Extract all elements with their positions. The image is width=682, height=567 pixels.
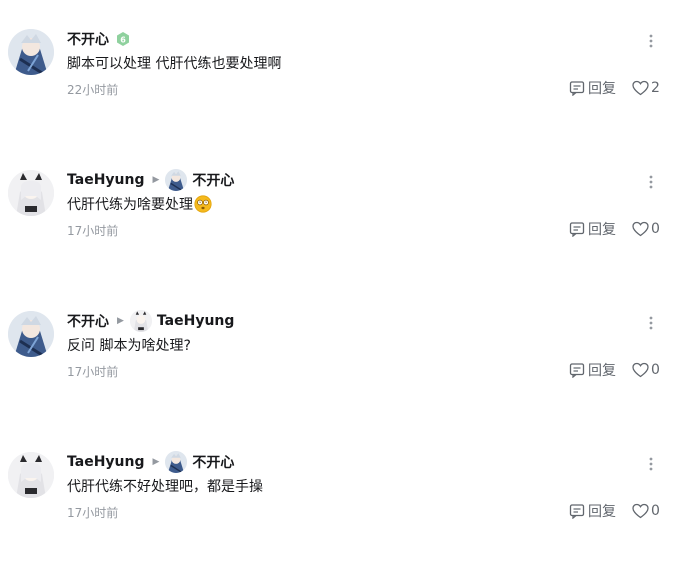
comment-text-content: 代肝代练不好处理吧，都是手操 — [67, 479, 263, 495]
reply-label: 回复 — [588, 222, 616, 238]
avatar[interactable] — [165, 169, 188, 191]
reply-comment-icon — [569, 222, 585, 237]
reply-button[interactable]: 回复 — [569, 501, 616, 521]
heart-outline-icon — [632, 221, 649, 237]
reply-label: 回复 — [588, 81, 616, 97]
timestamp: 22小时前 — [67, 83, 119, 97]
reply-button[interactable]: 回复 — [569, 78, 616, 98]
reply-comment-icon — [569, 81, 585, 96]
comment-text-content: 代肝代练为啥要处理 — [67, 197, 193, 213]
comment-item: 不开心 ▶ TaeHyung 反问 脚本为啥处理? 17小时前 回复 0 — [0, 306, 682, 426]
triangle-right-icon: ▶ — [152, 175, 160, 185]
dizzy-face-emoji — [194, 195, 212, 213]
triangle-right-icon: ▶ — [152, 457, 160, 467]
timestamp: 17小时前 — [67, 224, 119, 238]
triangle-right-icon: ▶ — [117, 316, 124, 326]
comment-actions: 回复 2 — [569, 77, 660, 99]
more-vertical-icon[interactable] — [643, 453, 659, 475]
comment-actions: 回复 0 — [569, 218, 660, 240]
reply-label: 回复 — [588, 504, 616, 520]
comment-header: TaeHyung ▶ 不开心 — [67, 169, 234, 191]
username[interactable]: TaeHyung — [67, 454, 145, 470]
like-count: 0 — [651, 503, 660, 519]
comment-text: 反问 脚本为啥处理? — [67, 335, 191, 355]
comment-item: TaeHyung ▶ 不开心 代肝代练不好处理吧，都是手操 17小时前 回复 0 — [0, 447, 682, 567]
comment-actions: 回复 0 — [569, 359, 660, 381]
like-count: 0 — [651, 221, 660, 237]
heart-outline-icon — [632, 362, 649, 378]
reply-to-username[interactable]: 不开心 — [192, 170, 234, 190]
username[interactable]: 不开心 — [67, 29, 109, 49]
comment-item: TaeHyung ▶ 不开心 代肝代练为啥要处理 17小时前 回复 0 — [0, 165, 682, 285]
more-vertical-icon[interactable] — [643, 30, 659, 52]
avatar[interactable] — [8, 311, 54, 357]
comment-text: 代肝代练为啥要处理 — [67, 194, 212, 214]
like-count: 2 — [651, 80, 660, 96]
comment-header: TaeHyung ▶ 不开心 — [67, 451, 234, 473]
heart-outline-icon — [632, 80, 649, 96]
reply-to-username[interactable]: 不开心 — [192, 452, 234, 472]
reply-comment-icon — [569, 363, 585, 378]
more-vertical-icon[interactable] — [643, 171, 659, 193]
avatar[interactable] — [8, 170, 54, 216]
reply-button[interactable]: 回复 — [569, 360, 616, 380]
heart-outline-icon — [632, 503, 649, 519]
svg-text:6: 6 — [120, 36, 126, 45]
like-button[interactable]: 0 — [632, 221, 660, 237]
like-button[interactable]: 2 — [632, 80, 660, 96]
avatar[interactable] — [165, 451, 188, 473]
comment-actions: 回复 0 — [569, 500, 660, 522]
more-vertical-icon[interactable] — [643, 312, 659, 334]
reply-label: 回复 — [588, 363, 616, 379]
comment-item: 不开心 6 脚本可以处理 代肝代练也要处理啊 22小时前 回复 2 — [0, 24, 682, 144]
like-button[interactable]: 0 — [632, 362, 660, 378]
comment-text: 代肝代练不好处理吧，都是手操 — [67, 476, 263, 496]
comment-header: 不开心 6 — [67, 28, 131, 50]
comment-text: 脚本可以处理 代肝代练也要处理啊 — [67, 53, 281, 73]
comment-header: 不开心 ▶ TaeHyung — [67, 310, 234, 332]
avatar[interactable] — [8, 452, 54, 498]
like-button[interactable]: 0 — [632, 503, 660, 519]
reply-button[interactable]: 回复 — [569, 219, 616, 239]
username[interactable]: 不开心 — [67, 311, 109, 331]
reply-to-username[interactable]: TaeHyung — [157, 313, 235, 329]
reply-comment-icon — [569, 504, 585, 519]
avatar[interactable] — [8, 29, 54, 75]
level-badge-icon: 6 — [115, 31, 131, 47]
comment-text-content: 反问 脚本为啥处理? — [67, 338, 191, 354]
timestamp: 17小时前 — [67, 506, 119, 520]
timestamp: 17小时前 — [67, 365, 119, 379]
comment-text-content: 脚本可以处理 代肝代练也要处理啊 — [67, 56, 282, 72]
username[interactable]: TaeHyung — [67, 172, 145, 188]
like-count: 0 — [651, 362, 660, 378]
avatar[interactable] — [129, 310, 152, 332]
